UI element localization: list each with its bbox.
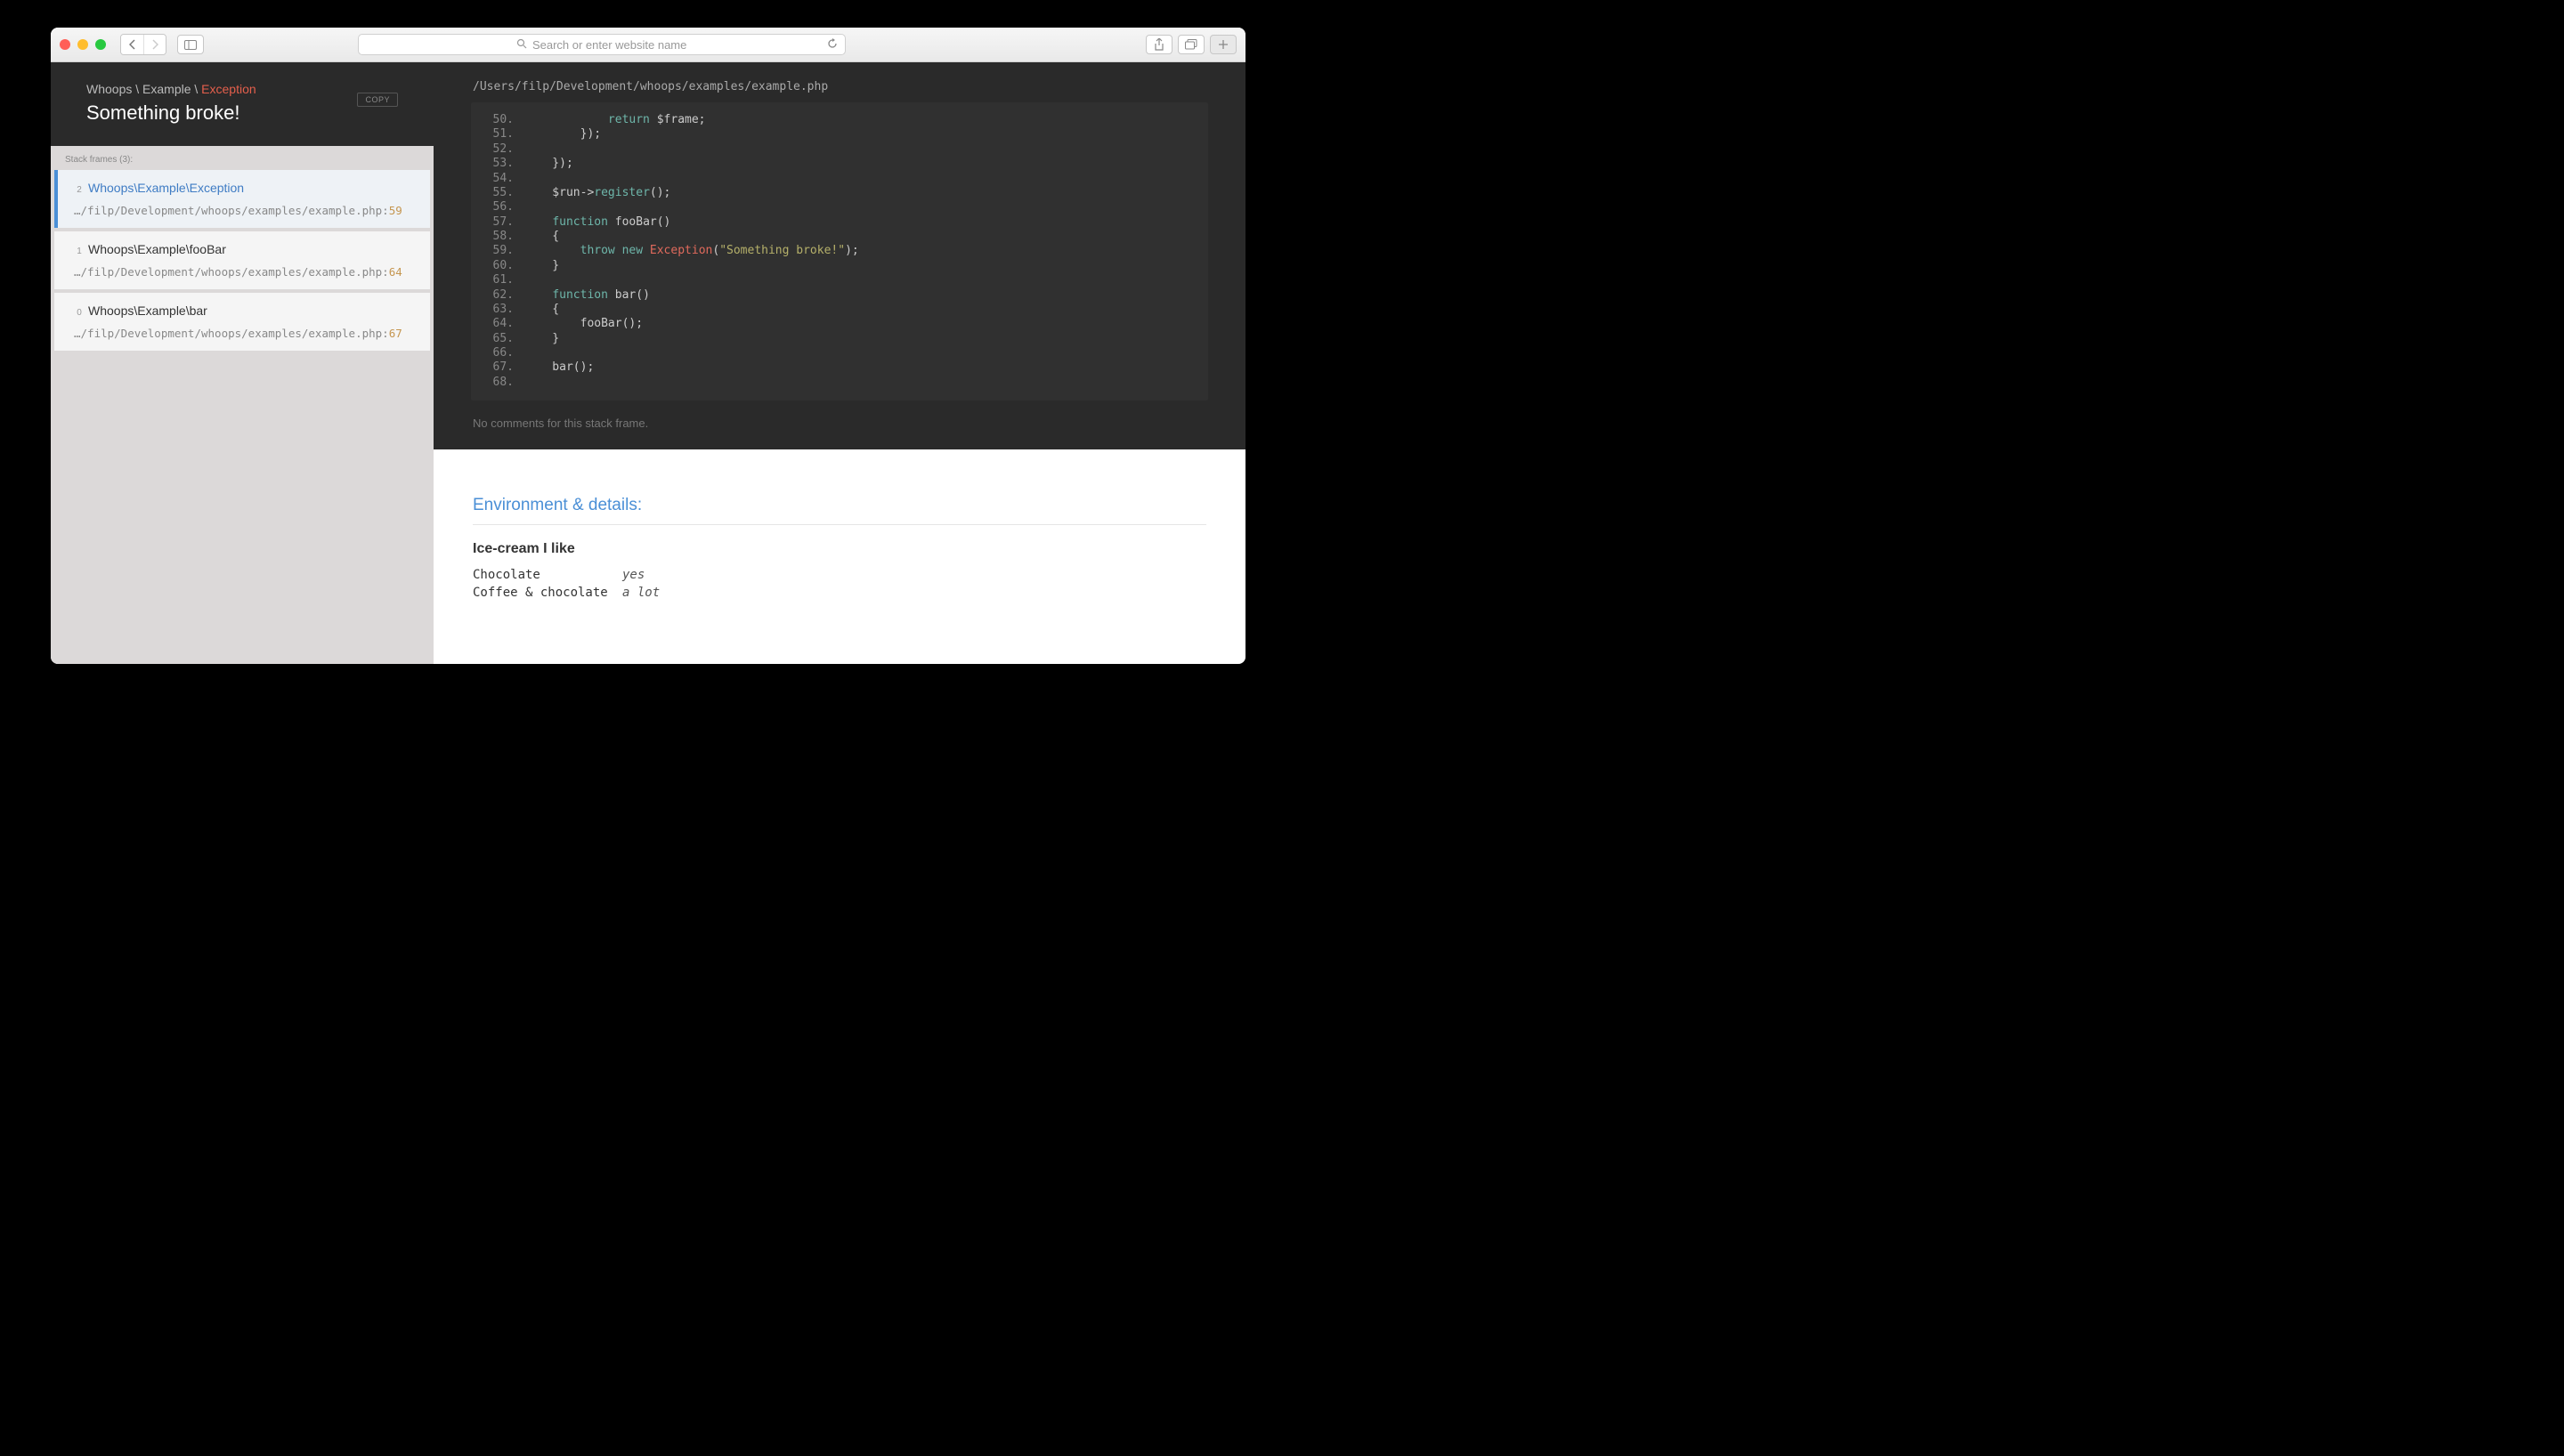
frame-number: 2 [74,185,85,195]
traffic-lights [60,39,106,50]
code-line: 66. [483,346,1196,360]
close-window-button[interactable] [60,39,70,50]
titlebar: Search or enter website name [51,28,1245,62]
frame-number: 1 [74,247,85,256]
frame-path: …/filp/Development/whoops/examples/examp… [74,204,414,217]
code-line: 50. return $frame; [483,113,1196,127]
new-tab-button[interactable] [1210,35,1237,54]
details-sub-heading: Ice-cream I like [473,541,1206,557]
no-comments: No comments for this stack frame. [434,413,1245,449]
frame-path: …/filp/Development/whoops/examples/examp… [74,265,414,279]
code-line: 65. } [483,332,1196,346]
details-key: Chocolate [473,568,622,582]
stack-frame[interactable]: 0Whoops\Example\bar …/filp/Development/wh… [54,293,430,351]
code-line: 58. { [483,230,1196,244]
sidebar-toggle-button[interactable] [177,35,204,54]
code-line: 59. throw new Exception("Something broke… [483,244,1196,258]
code-line: 53. }); [483,157,1196,171]
code-line: 52. [483,142,1196,157]
details-row: Chocolateyes [473,566,1206,584]
details-value: a lot [622,586,660,600]
plus-icon [1218,39,1229,50]
share-button[interactable] [1146,35,1172,54]
right-panel[interactable]: /Users/filp/Development/whoops/examples/… [434,62,1245,664]
browser-window: Search or enter website name Whoops \ Ex… [51,28,1245,664]
frames-list: 2Whoops\Example\Exception …/filp/Developm… [51,170,434,354]
details-key: Coffee & chocolate [473,586,622,600]
left-panel: Whoops \ Example \ Exception Something b… [51,62,434,664]
code-line: 55. $run->register(); [483,186,1196,200]
frame-title: Whoops\Example\bar [88,303,207,318]
details-row: Coffee & chocolatea lot [473,584,1206,602]
code-line: 51. }); [483,127,1196,142]
exception-namespace-text: Whoops \ Example \ [86,82,201,96]
exception-header: Whoops \ Example \ Exception Something b… [51,62,434,146]
code-line: 62. function bar() [483,288,1196,303]
nav-group [120,34,166,55]
file-path: /Users/filp/Development/whoops/examples/… [434,62,1245,102]
content: Whoops \ Example \ Exception Something b… [51,62,1245,664]
toolbar-right [1146,35,1237,54]
forward-button[interactable] [143,35,166,54]
copy-button[interactable]: COPY [357,93,398,107]
code-block: 50. return $frame;51. });52.53. });54.55… [471,102,1208,400]
stack-frames-label: Stack frames (3): [51,146,434,170]
details-section: Environment & details: Ice-cream I like … [434,449,1245,664]
code-line: 67. bar(); [483,360,1196,375]
exception-message: Something broke! [86,101,398,125]
code-line: 61. [483,273,1196,287]
code-line: 54. [483,172,1196,186]
tabs-icon [1185,39,1197,50]
minimize-window-button[interactable] [77,39,88,50]
maximize-window-button[interactable] [95,39,106,50]
reload-icon[interactable] [827,38,838,52]
details-heading: Environment & details: [473,496,1206,525]
code-line: 60. } [483,259,1196,273]
details-table: ChocolateyesCoffee & chocolatea lot [473,566,1206,602]
share-icon [1154,38,1164,51]
code-line: 64. fooBar(); [483,317,1196,331]
chevron-right-icon [151,39,158,50]
tabs-button[interactable] [1178,35,1205,54]
code-line: 56. [483,200,1196,214]
back-button[interactable] [121,35,143,54]
code-line: 57. function fooBar() [483,215,1196,230]
frame-path: …/filp/Development/whoops/examples/examp… [74,327,414,340]
exception-namespace: Whoops \ Example \ Exception [86,82,398,96]
frame-title: Whoops\Example\Exception [88,181,244,195]
code-line: 63. { [483,303,1196,317]
sidebar-icon [184,40,197,50]
search-icon [516,38,527,52]
code-line: 68. [483,376,1196,390]
frame-number: 0 [74,308,85,318]
stack-frame[interactable]: 1Whoops\Example\fooBar …/filp/Development… [54,231,430,289]
address-bar[interactable]: Search or enter website name [358,34,846,55]
address-placeholder: Search or enter website name [532,38,686,52]
details-value: yes [622,568,645,582]
exception-class: Exception [201,82,256,96]
chevron-left-icon [129,39,136,50]
stack-frame[interactable]: 2Whoops\Example\Exception …/filp/Developm… [54,170,430,228]
frame-title: Whoops\Example\fooBar [88,242,226,256]
